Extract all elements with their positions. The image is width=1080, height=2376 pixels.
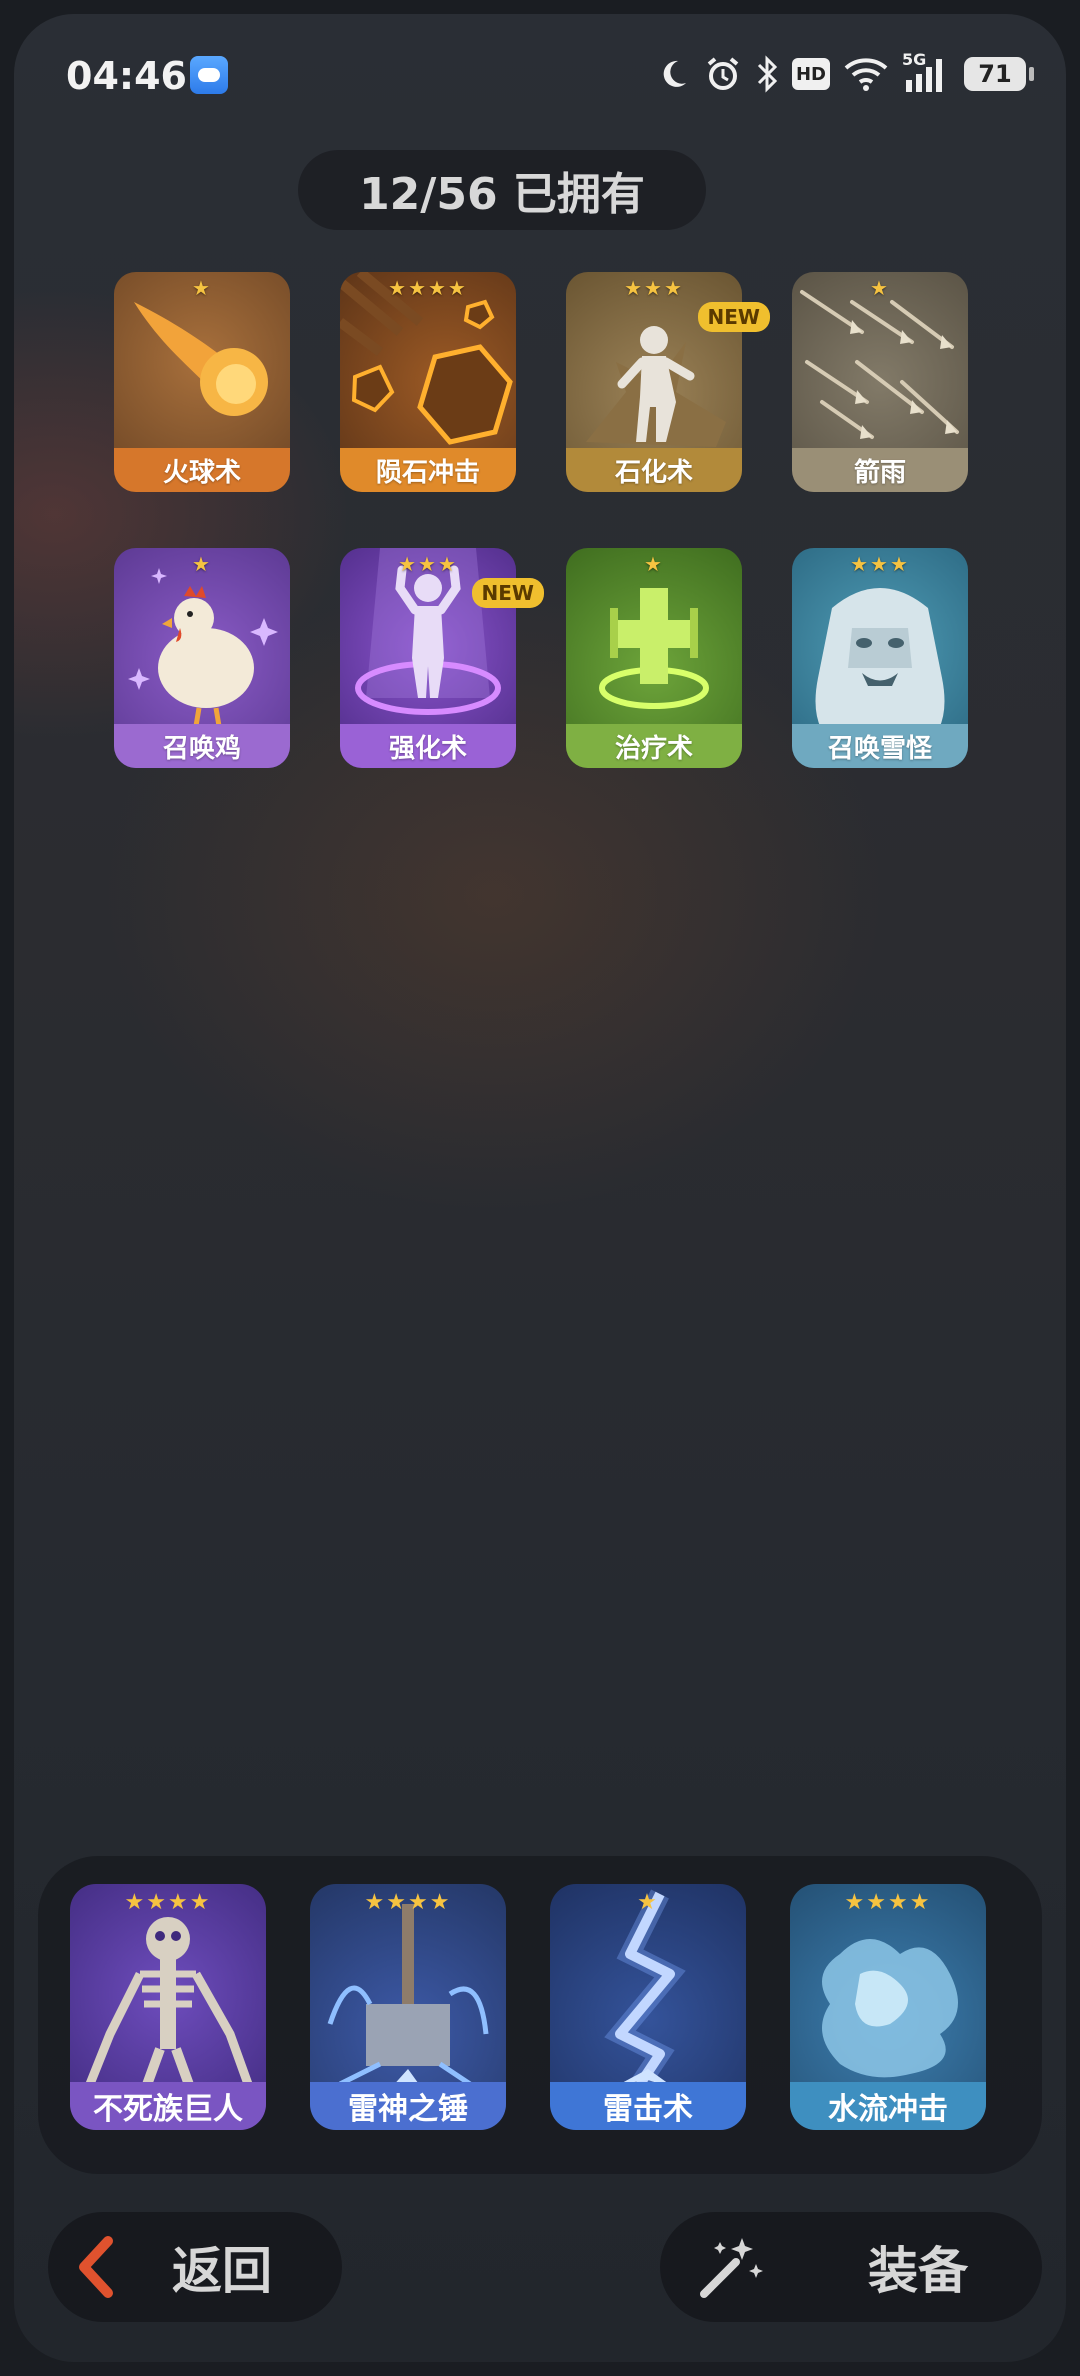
hd-icon: HD (792, 58, 830, 90)
skill-name: 不死族巨人 (70, 2082, 266, 2130)
skill-card-buff[interactable]: ★★★ 强化术 NEW (340, 548, 544, 768)
status-time: 04:46 (66, 54, 187, 98)
battery-icon: 71 (964, 57, 1034, 91)
equipped-card-undead-giant[interactable]: ★★★★ 不死族巨人 (70, 1884, 266, 2130)
skill-name: 治疗术 (566, 724, 742, 768)
star-rating: ★★★ (624, 276, 684, 300)
skill-name: 强化术 (340, 724, 516, 768)
equip-button[interactable]: 装备 (660, 2212, 1042, 2322)
star-rating: ★★★★ (844, 1890, 932, 1915)
alarm-icon (707, 57, 739, 90)
signal-icon: 5G (902, 50, 950, 94)
skill-card-heal[interactable]: ★ 治疗术 (566, 548, 742, 768)
skill-name: 水流冲击 (790, 2082, 986, 2130)
star-rating: ★ (644, 552, 664, 576)
skill-card-meteor[interactable]: ★★★★ 陨石冲击 (340, 272, 516, 492)
new-badge: NEW (471, 578, 544, 608)
skill-card-fireball[interactable]: ★ 火球术 (114, 272, 290, 492)
owned-counter: 12/56 已拥有 (298, 150, 706, 230)
star-rating: ★★★★ (364, 1890, 452, 1915)
back-label: 返回 (172, 2242, 272, 2300)
skill-name: 雷神之锤 (310, 2082, 506, 2130)
wifi-icon (844, 58, 888, 91)
screen: 04:46 HD 5G 71 12/56 已拥有 ★ 火球术 ★★★★ 陨石冲击… (14, 14, 1066, 2362)
skill-grid: ★ 火球术 ★★★★ 陨石冲击 ★★★ 石化术 NEW ★ 箭雨 ★ 召唤鸡 ★… (114, 272, 984, 768)
star-rating: ★ (870, 276, 890, 300)
weather-icon (190, 56, 228, 94)
skill-name: 火球术 (114, 448, 290, 492)
skill-card-summon-chicken[interactable]: ★ 召唤鸡 (114, 548, 290, 768)
skill-card-petrify[interactable]: ★★★ 石化术 NEW (566, 272, 770, 492)
battery-level: 71 (978, 60, 1012, 88)
skill-name: 石化术 (566, 448, 742, 492)
star-rating: ★★★ (850, 552, 910, 576)
skill-name: 召唤鸡 (114, 724, 290, 768)
skill-card-summon-yeti[interactable]: ★★★ 召唤雪怪 (792, 548, 968, 768)
status-bar: 04:46 HD 5G 71 (14, 14, 1066, 124)
equip-label: 装备 (868, 2242, 968, 2300)
equipped-card-water-blast[interactable]: ★★★★ 水流冲击 (790, 1884, 986, 2130)
star-rating: ★★★★ (388, 276, 468, 300)
star-rating: ★ (192, 276, 212, 300)
skill-name: 箭雨 (792, 448, 968, 492)
star-rating: ★ (637, 1890, 659, 1915)
skill-name: 召唤雪怪 (792, 724, 968, 768)
magic-wand-icon (696, 2232, 776, 2302)
back-chevron-icon (76, 2235, 136, 2299)
equipped-card-thor-hammer[interactable]: ★★★★ 雷神之锤 (310, 1884, 506, 2130)
back-button[interactable]: 返回 (48, 2212, 342, 2322)
star-rating: ★★★★ (124, 1890, 212, 1915)
moon-icon (663, 60, 686, 87)
skill-name: 陨石冲击 (340, 448, 516, 492)
owned-text: 12/56 已拥有 (359, 169, 645, 220)
star-rating: ★ (192, 552, 212, 576)
skill-card-arrow-rain[interactable]: ★ 箭雨 (792, 272, 968, 492)
equipped-grid: ★★★★ 不死族巨人 ★★★★ 雷神之锤 ★ 雷击术 ★★★★ 水流冲击 (70, 1884, 986, 2130)
equipped-card-lightning-strike[interactable]: ★ 雷击术 (550, 1884, 746, 2130)
skill-name: 雷击术 (550, 2082, 746, 2130)
bluetooth-icon (757, 55, 778, 93)
star-rating: ★★★ (398, 552, 458, 576)
new-badge: NEW (697, 302, 770, 332)
